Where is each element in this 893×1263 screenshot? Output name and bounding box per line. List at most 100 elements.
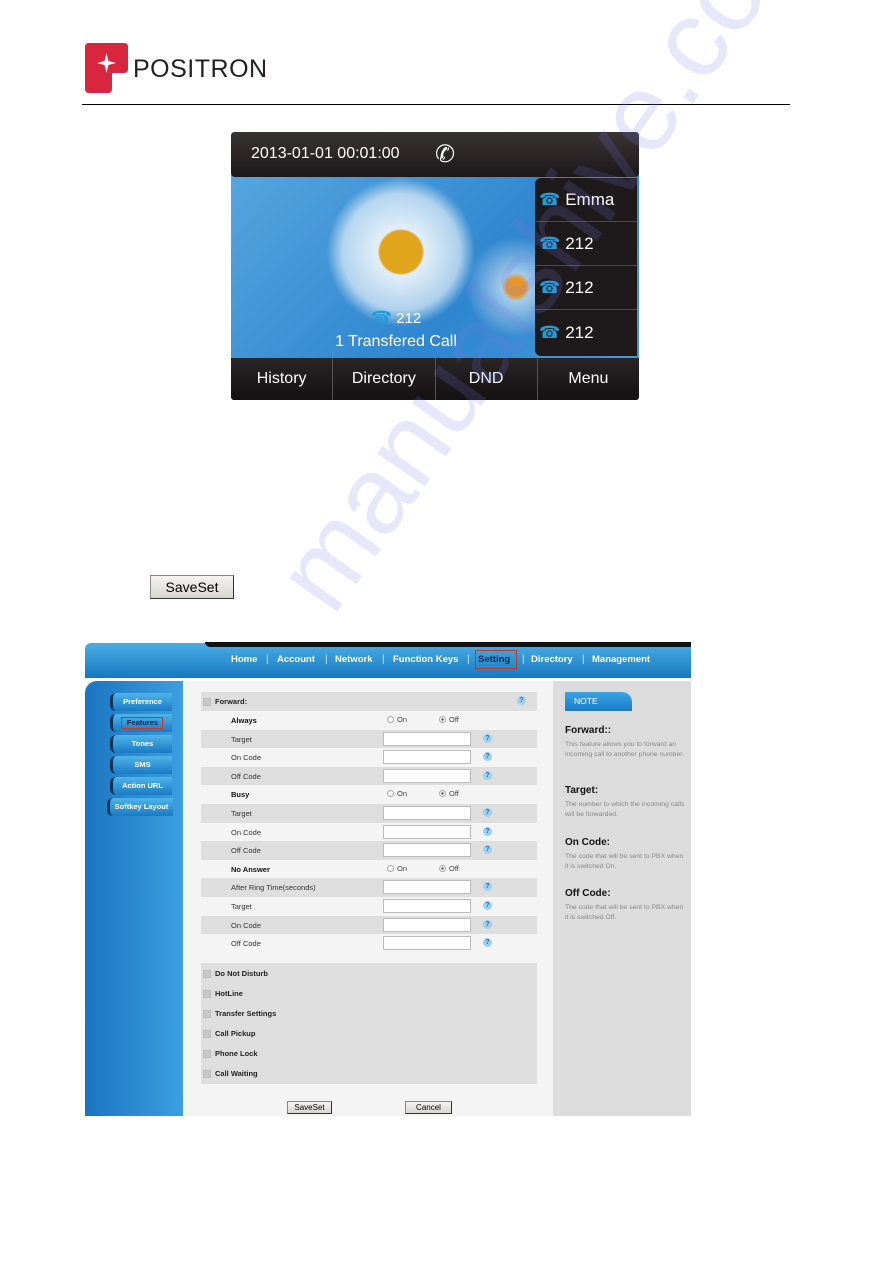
call-number-row: ☎ 212 [231, 308, 561, 328]
sidebar: Preference Features Tones SMS Action URL… [85, 681, 183, 1116]
nav-network[interactable]: Network [335, 654, 372, 665]
line-key[interactable]: ☎ 212 [535, 266, 637, 310]
field-label: Target [231, 809, 252, 818]
text-input[interactable] [383, 768, 471, 783]
sidebar-item-sms[interactable]: SMS [110, 756, 172, 774]
cancel-button[interactable]: Cancel [405, 1101, 452, 1114]
softkey-bar: History Directory DND Menu [231, 358, 639, 400]
line-label: 212 [565, 277, 594, 297]
expand-icon [203, 1009, 211, 1018]
radio-circle[interactable] [439, 790, 446, 798]
saveset-button[interactable]: SaveSet [287, 1101, 332, 1114]
text-input[interactable] [383, 936, 471, 951]
section-phone-lock[interactable]: Phone Lock [203, 1049, 258, 1058]
form-row: Always On Off [201, 711, 537, 730]
line-label: Emma [565, 189, 615, 209]
radio-circle[interactable] [439, 864, 446, 872]
wallpaper-flower [326, 177, 476, 327]
nav-directory[interactable]: Directory [531, 654, 573, 665]
help-icon[interactable]: ? [483, 733, 492, 743]
nav-home[interactable]: Home [231, 654, 257, 665]
radio-circle[interactable] [387, 790, 394, 798]
help-icon[interactable]: ? [483, 752, 492, 762]
help-icon[interactable]: ? [483, 845, 492, 855]
help-icon[interactable]: ? [517, 696, 526, 705]
sidebar-item-softkey-layout[interactable]: Softkey Layout [107, 798, 173, 816]
text-input[interactable] [383, 824, 471, 839]
collapse-toggle[interactable]: Forward: [203, 697, 247, 706]
softkey-menu[interactable]: Menu [538, 358, 639, 400]
radio-off[interactable]: Off [439, 715, 459, 724]
sidebar-item-tones[interactable]: Tones [110, 735, 172, 753]
field-label: On Code [231, 827, 262, 837]
section-call-pickup[interactable]: Call Pickup [203, 1029, 255, 1038]
field-label: Busy [231, 790, 250, 800]
text-input[interactable] [383, 843, 471, 858]
section-header-forward[interactable]: Forward: ? [201, 692, 537, 711]
expand-icon [203, 1029, 211, 1038]
radio-circle[interactable] [387, 864, 394, 872]
nav-management[interactable]: Management [592, 654, 650, 665]
note-text: The code that will be sent to PBX when i… [565, 904, 684, 921]
section-label: Transfer Settings [215, 1009, 277, 1018]
help-icon[interactable]: ? [483, 882, 492, 892]
text-input[interactable] [383, 750, 471, 765]
datetime: 2013-01-01 00:01:00 [251, 145, 400, 162]
help-icon[interactable]: ? [483, 808, 492, 817]
form-row: Target? [201, 804, 537, 823]
radio-on[interactable]: On [387, 789, 407, 798]
radio-circle[interactable] [439, 716, 446, 723]
help-icon[interactable]: ? [483, 938, 492, 948]
sidebar-item-action-url[interactable]: Action URL [110, 777, 172, 795]
help-icon[interactable]: ? [483, 770, 492, 780]
radio-on[interactable]: On [387, 715, 407, 724]
help-icon[interactable]: ? [483, 919, 492, 929]
softkey-directory[interactable]: Directory [333, 358, 436, 400]
section-do-not-disturb[interactable]: Do Not Disturb [203, 969, 268, 978]
section-hotline[interactable]: HotLine [203, 989, 243, 998]
radio-label: On [397, 715, 408, 724]
softkey-history[interactable]: History [231, 358, 334, 400]
radio-on[interactable]: On [387, 864, 407, 873]
softkey-dnd[interactable]: DND [436, 358, 538, 400]
phone-icon: ☎ [370, 308, 392, 327]
sidebar-item-preference[interactable]: Preference [110, 693, 172, 711]
help-icon[interactable]: ? [483, 901, 492, 910]
form-row: Target? [201, 897, 537, 916]
field-label: Off Code [231, 846, 261, 856]
line-label: 212 [565, 323, 594, 342]
note-text: The number to which the incoming calls w… [565, 801, 685, 818]
form-row: No Answer On Off [201, 860, 537, 879]
text-input[interactable] [383, 899, 471, 913]
radio-off[interactable]: Off [439, 864, 459, 873]
field-label: On Code [231, 753, 262, 763]
form-row: Off Code? [201, 766, 537, 786]
text-input[interactable] [383, 880, 471, 895]
saveset-button-example[interactable]: SaveSet [150, 575, 234, 599]
radio-circle[interactable] [387, 716, 394, 723]
text-input[interactable] [383, 731, 471, 746]
line-key[interactable]: ☎ Emma [535, 178, 637, 222]
radio-label: Off [449, 863, 459, 873]
section-call-waiting[interactable]: Call Waiting [203, 1069, 258, 1078]
expand-icon [203, 1049, 211, 1058]
phone-icon: ☎ [539, 233, 561, 253]
section-label: Phone Lock [215, 1049, 258, 1058]
text-input[interactable] [383, 917, 471, 932]
highlight-box [121, 717, 163, 729]
nav-separator: | [266, 654, 269, 665]
help-icon[interactable]: ? [483, 826, 492, 836]
radio-off[interactable]: Off [439, 789, 459, 798]
form-row: Off Code? [201, 934, 537, 953]
text-input[interactable] [383, 806, 471, 820]
field-label: Target [231, 734, 252, 744]
section-transfer-settings[interactable]: Transfer Settings [203, 1009, 276, 1018]
note-title: Forward:: [565, 725, 612, 736]
line-key[interactable]: ☎ 212 [535, 222, 637, 266]
note-title: On Code: [565, 837, 610, 848]
nav-function-keys[interactable]: Function Keys [393, 654, 458, 665]
nav-setting[interactable]: Setting [478, 654, 510, 665]
sidebar-item-features[interactable]: Features [110, 714, 172, 732]
nav-account[interactable]: Account [277, 654, 315, 665]
expand-icon [203, 989, 211, 998]
